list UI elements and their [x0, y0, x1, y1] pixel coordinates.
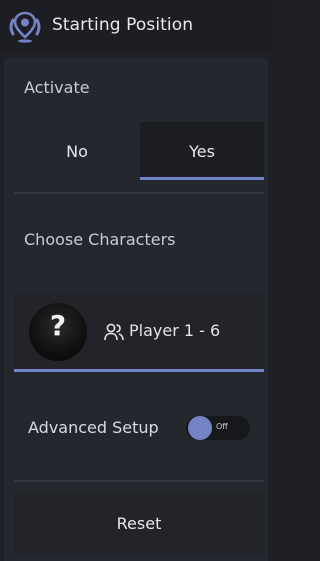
- divider: [14, 480, 264, 482]
- advanced-setup-label: Advanced Setup: [28, 418, 159, 437]
- users-icon: [104, 323, 124, 341]
- character-picker[interactable]: ? Player 1 - 6: [14, 294, 264, 370]
- switch-knob: [188, 416, 212, 440]
- activate-label: Activate: [24, 78, 90, 97]
- selected-indicator: [140, 177, 264, 180]
- reset-button[interactable]: Reset: [14, 492, 264, 554]
- character-picker-underline: [14, 369, 264, 372]
- choose-characters-label: Choose Characters: [24, 230, 176, 249]
- starting-position-panel: Starting Position Activate No Yes Choose…: [0, 0, 273, 561]
- switch-state-label: Off: [216, 422, 228, 431]
- panel-body: Activate No Yes Choose Characters ? Play…: [4, 58, 268, 561]
- avatar: ?: [29, 303, 87, 361]
- activate-yes-option[interactable]: Yes: [140, 122, 264, 180]
- players-label: Player 1 - 6: [129, 321, 221, 340]
- reset-label: Reset: [116, 513, 162, 533]
- avatar-placeholder: ?: [49, 309, 67, 342]
- activate-no-option[interactable]: No: [14, 122, 140, 180]
- divider: [14, 192, 264, 194]
- location-pin-icon: [9, 11, 41, 43]
- panel-header: Starting Position: [0, 0, 273, 52]
- activate-yes-label: Yes: [189, 141, 215, 161]
- panel-title: Starting Position: [52, 15, 194, 35]
- activate-no-label: No: [66, 141, 88, 161]
- advanced-setup-switch[interactable]: Off: [186, 416, 250, 440]
- activate-toggle-group: No Yes: [14, 122, 264, 180]
